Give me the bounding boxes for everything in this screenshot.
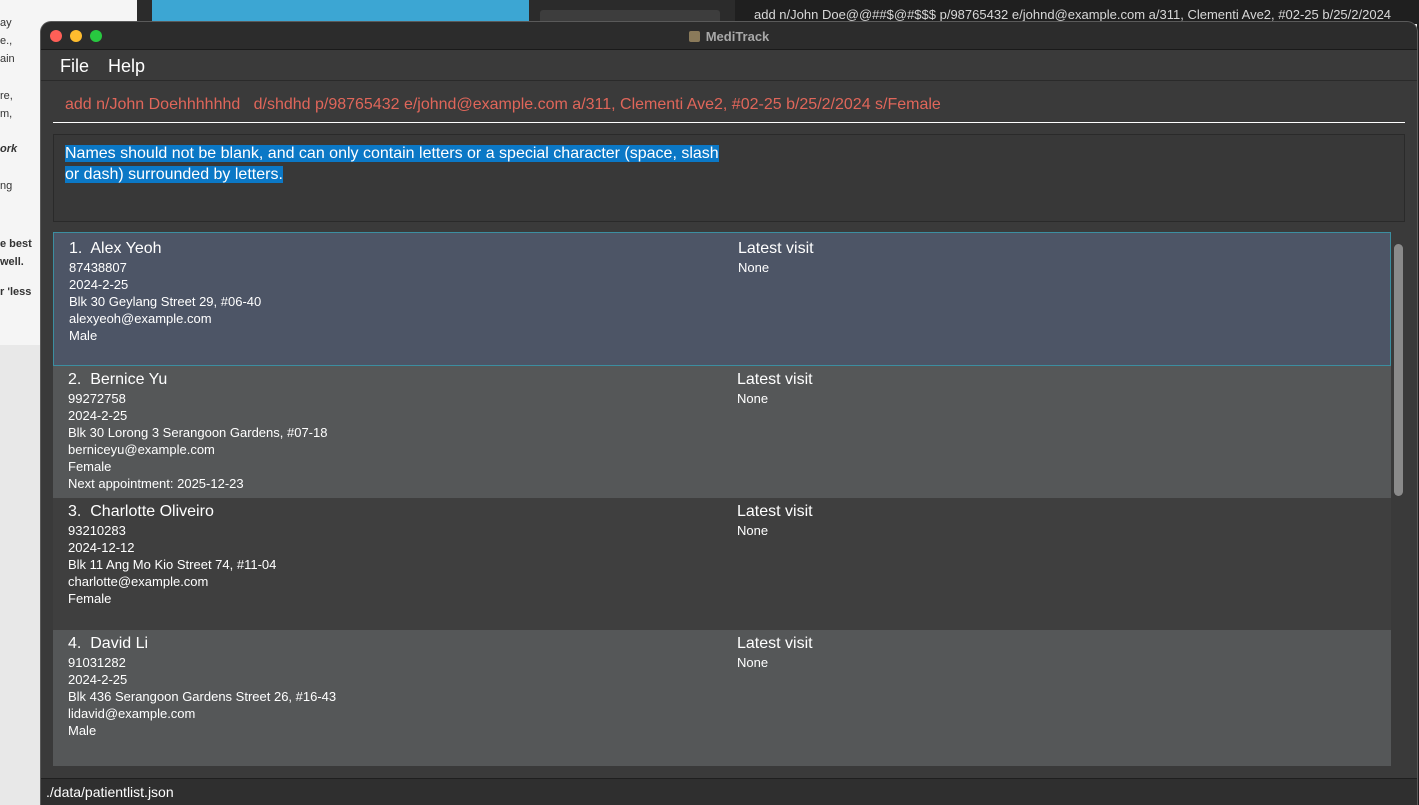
latest-visit-value: None [737, 523, 769, 538]
latest-visit-label: Latest visit [738, 240, 814, 257]
patient-date: 2024-2-25 [68, 672, 128, 687]
patient-card-alex-yeoh[interactable]: 1. Alex Yeoh 87438807 2024-2-25 Blk 30 G… [53, 232, 1391, 366]
latest-visit-value: None [737, 655, 769, 670]
background-desktop [0, 345, 45, 805]
patient-date: 2024-12-12 [68, 540, 135, 555]
command-input[interactable]: add n/John Doehhhhhhd d/shdhd p/98765432… [53, 90, 1405, 123]
title-bar[interactable]: MediTrack [41, 22, 1417, 50]
latest-visit-value: None [738, 260, 770, 275]
patient-name: 4. David Li [68, 635, 149, 652]
background-panel [152, 0, 529, 22]
background-text-fragment: e best [0, 238, 32, 250]
patient-name: 2. Bernice Yu [68, 371, 168, 388]
patient-email: charlotte@example.com [68, 574, 209, 589]
patient-phone: 99272758 [68, 391, 126, 406]
menu-bar: File Help [41, 51, 1417, 81]
latest-visit-value: None [737, 391, 769, 406]
patient-date: 2024-2-25 [69, 277, 129, 292]
selected-result-text: Names should not be blank, and can only … [65, 145, 719, 183]
patient-sex: Female [68, 591, 112, 606]
background-text-fragment: ork [0, 143, 18, 155]
result-message: Names should not be blank, and can only … [65, 143, 735, 185]
patient-date: 2024-2-25 [68, 408, 128, 423]
status-bar: ./data/patientlist.json [41, 778, 1417, 805]
patient-address: Blk 30 Lorong 3 Serangoon Gardens, #07-1… [68, 425, 328, 440]
patient-list[interactable]: 1. Alex Yeoh 87438807 2024-2-25 Blk 30 G… [53, 232, 1405, 766]
background-text-fragment: r 'less [0, 286, 32, 298]
result-display[interactable]: Names should not be blank, and can only … [53, 134, 1405, 222]
patient-sex: Male [69, 328, 98, 343]
patient-next-appointment: Next appointment: 2025-12-23 [68, 476, 244, 491]
patient-address: Blk 30 Geylang Street 29, #06-40 [69, 294, 262, 309]
background-text-fragment: ain [0, 53, 15, 65]
scrollbar-thumb[interactable] [1394, 244, 1403, 496]
patient-name: 1. Alex Yeoh [69, 240, 162, 257]
patient-sex: Female [68, 459, 112, 474]
patient-name: 3. Charlotte Oliveiro [68, 503, 214, 520]
patient-phone: 91031282 [68, 655, 126, 670]
background-text-fragment: m, [0, 108, 13, 120]
background-text-fragment: well. [0, 256, 24, 268]
patient-address: Blk 11 Ang Mo Kio Street 74, #11-04 [68, 557, 277, 572]
background-text-fragment: ng [0, 180, 13, 192]
patient-card-charlotte-oliveiro[interactable]: 3. Charlotte Oliveiro 93210283 2024-12-1… [53, 498, 1391, 630]
background-text-fragment: ay [0, 17, 12, 29]
patient-email: alexyeoh@example.com [69, 311, 212, 326]
title-container: MediTrack [41, 22, 1417, 50]
background-terminal-text: add n/John Doe@@##$@#$$$ p/98765432 e/jo… [754, 7, 1392, 22]
app-icon [688, 30, 700, 42]
command-text: add n/John Doehhhhhhd d/shdhd p/98765432… [65, 96, 941, 113]
meditrack-window: MediTrack File Help add n/John Doehhhhhh… [41, 22, 1417, 805]
latest-visit-label: Latest visit [737, 371, 813, 388]
data-file-path: ./data/patientlist.json [46, 784, 174, 800]
latest-visit-label: Latest visit [737, 503, 813, 520]
menu-help[interactable]: Help [108, 56, 145, 77]
menu-file[interactable]: File [60, 56, 89, 77]
patient-email: berniceyu@example.com [68, 442, 215, 457]
patient-address: Blk 436 Serangoon Gardens Street 26, #16… [68, 689, 337, 704]
patient-sex: Male [68, 723, 97, 738]
latest-visit-label: Latest visit [737, 635, 813, 652]
window-title: MediTrack [705, 28, 770, 44]
background-text-fragment: e., [0, 35, 13, 47]
patient-card-david-li[interactable]: 4. David Li 91031282 2024-2-25 Blk 436 S… [53, 630, 1391, 766]
patient-phone: 87438807 [69, 260, 127, 275]
background-text-fragment: re, [0, 90, 13, 102]
patient-card-bernice-yu[interactable]: 2. Bernice Yu 99272758 2024-2-25 Blk 30 … [53, 366, 1391, 498]
patient-phone: 93210283 [68, 523, 126, 538]
patient-email: lidavid@example.com [68, 706, 196, 721]
